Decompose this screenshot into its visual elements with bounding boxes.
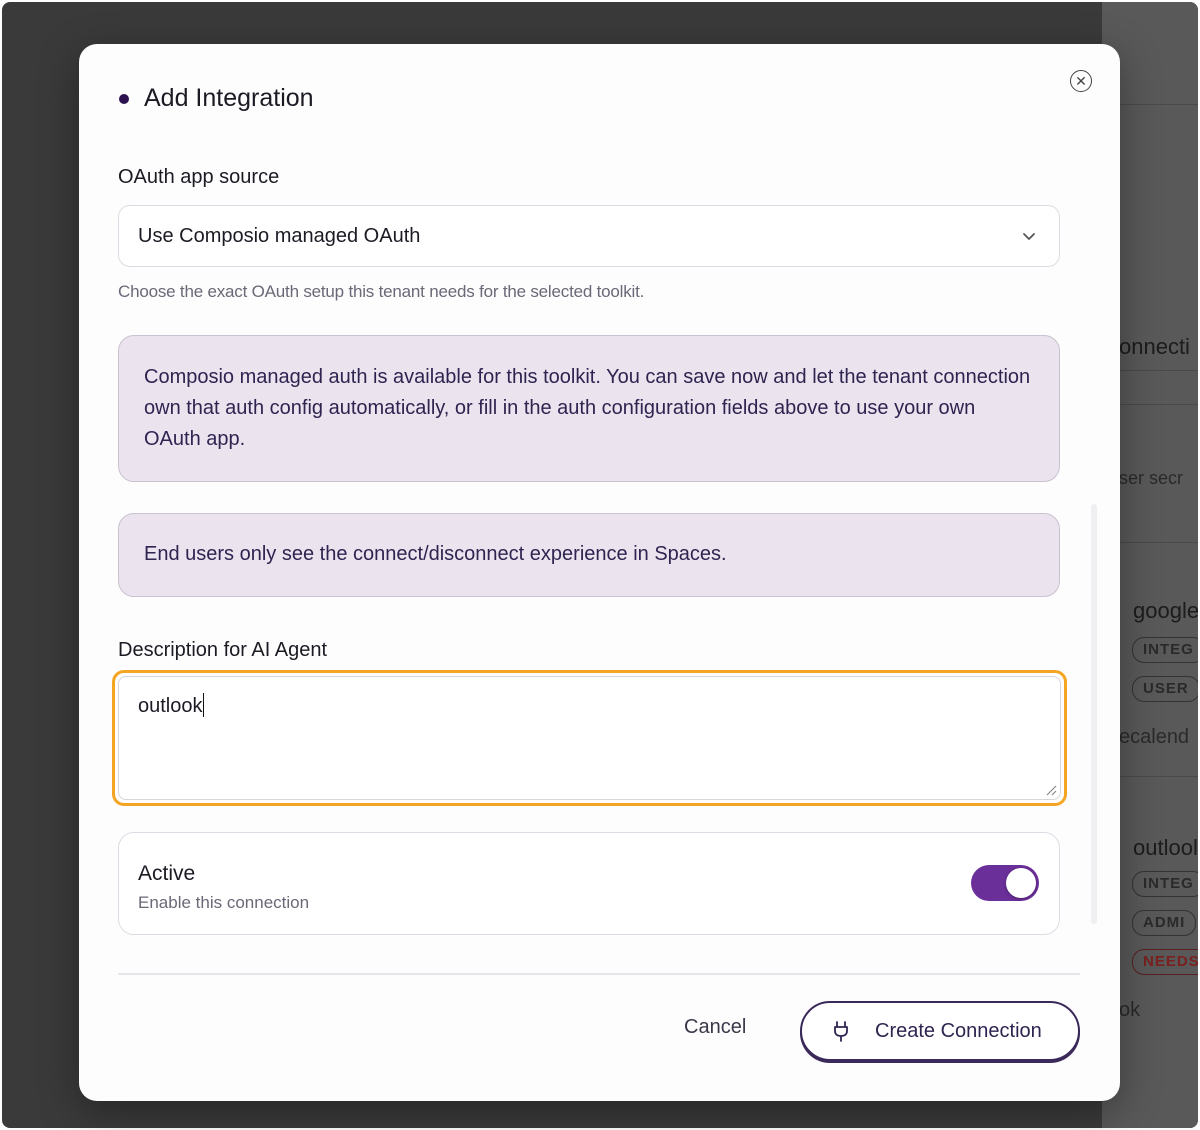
- background-text: ecalend: [1119, 726, 1190, 748]
- scrollbar[interactable]: [1091, 504, 1097, 924]
- background-chip: INTEG: [1132, 637, 1198, 663]
- toggle-knob: [1006, 868, 1036, 898]
- create-connection-label: Create Connection: [875, 1020, 1042, 1042]
- background-chip: USER: [1132, 676, 1198, 702]
- chevron-down-icon: [1023, 233, 1035, 240]
- spaces-info: End users only see the connect/disconnec…: [118, 513, 1060, 597]
- managed-auth-info: Composio managed auth is available for t…: [118, 335, 1060, 482]
- resize-grip-icon[interactable]: [1043, 782, 1057, 796]
- dialog-header: Add Integration: [119, 84, 314, 113]
- plug-icon: [834, 1021, 848, 1042]
- close-icon[interactable]: ✕: [1070, 70, 1092, 92]
- description-label: Description for AI Agent: [118, 639, 328, 661]
- background-text: outlool: [1133, 835, 1198, 860]
- description-textarea[interactable]: outlook: [118, 676, 1061, 800]
- oauth-source-label: OAuth app source: [118, 166, 280, 188]
- background-chip: NEEDS: [1132, 949, 1198, 975]
- active-setting-card: Active Enable this connection: [118, 832, 1060, 935]
- create-connection-button[interactable]: Create Connection: [800, 1001, 1080, 1061]
- text-caret: [202, 693, 204, 717]
- background-chip: INTEG: [1132, 871, 1198, 897]
- background-text: onnecti: [1119, 334, 1190, 359]
- oauth-source-select[interactable]: Use Composio managed OAuth: [118, 205, 1060, 267]
- active-title: Active: [138, 862, 196, 885]
- title-dot-icon: [119, 93, 129, 104]
- active-subtitle: Enable this connection: [138, 893, 310, 912]
- active-toggle[interactable]: [971, 865, 1039, 901]
- footer-divider: [118, 973, 1080, 975]
- background-text: ok: [1119, 999, 1141, 1021]
- cancel-button[interactable]: Cancel: [684, 1016, 746, 1039]
- add-integration-dialog: Add Integration ✕ OAuth app source Use C…: [79, 44, 1120, 1101]
- oauth-source-helper: Choose the exact OAuth setup this tenant…: [118, 282, 645, 301]
- background-chip: ADMI: [1132, 910, 1197, 936]
- oauth-source-value: Use Composio managed OAuth: [138, 224, 421, 247]
- background-text: google: [1133, 598, 1198, 623]
- description-value: outlook: [138, 695, 203, 717]
- dialog-title: Add Integration: [144, 84, 314, 112]
- background-text: ser secr: [1119, 468, 1184, 488]
